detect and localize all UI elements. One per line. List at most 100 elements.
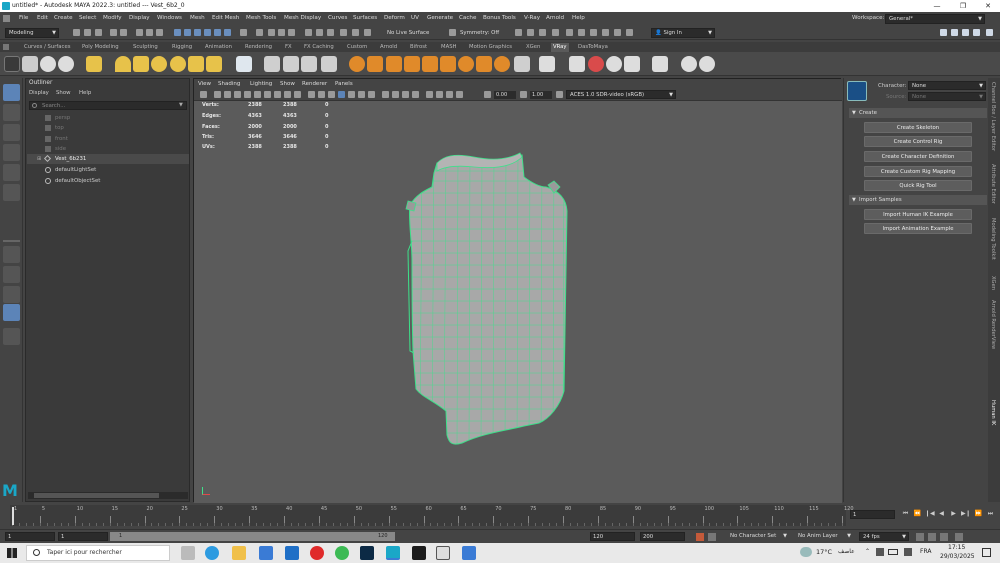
resolution-gate-icon[interactable] xyxy=(254,91,261,98)
viewport-menu-lighting[interactable]: Lighting xyxy=(250,81,272,87)
snap-grid-icon[interactable] xyxy=(174,29,181,36)
play-backwards-icon[interactable]: ◀ xyxy=(937,509,946,518)
vray-layer-icon[interactable] xyxy=(569,56,585,72)
chrome-icon[interactable] xyxy=(335,546,349,560)
edge-icon[interactable] xyxy=(205,546,219,560)
lights-icon[interactable] xyxy=(358,91,365,98)
audio-icon[interactable] xyxy=(940,533,948,541)
persp-outliner-icon[interactable] xyxy=(3,286,20,303)
outliner-scroll-thumb[interactable] xyxy=(34,493,159,498)
current-frame-field[interactable]: 1 xyxy=(850,510,895,519)
weather-icon[interactable] xyxy=(800,547,812,557)
character-dropdown[interactable]: None ▼ xyxy=(908,81,986,90)
nvidia-icon[interactable] xyxy=(412,546,426,560)
history-icon[interactable] xyxy=(256,29,263,36)
color-management-icon[interactable] xyxy=(556,91,563,98)
select-object-icon[interactable] xyxy=(146,29,153,36)
step-forward-key-icon[interactable]: ⏩ xyxy=(974,509,983,518)
live-surface-label[interactable]: No Live Surface xyxy=(387,30,429,36)
wireframe-on-shaded-icon[interactable] xyxy=(338,91,345,98)
menu-edit[interactable]: Edit xyxy=(37,15,48,21)
key-icon[interactable] xyxy=(708,533,716,541)
notification-icon[interactable] xyxy=(982,548,991,557)
import-human-ik-example-button[interactable]: Import Human IK Example xyxy=(864,209,972,220)
outliner-item-persp[interactable]: persp xyxy=(27,113,189,123)
render-seq-icon[interactable] xyxy=(578,29,585,36)
outliner-item-top[interactable]: top xyxy=(27,123,189,133)
vray-ball-icon[interactable] xyxy=(458,56,474,72)
vray-dome-icon[interactable] xyxy=(86,56,102,72)
vray-clipper-icon[interactable] xyxy=(476,56,492,72)
viewport-menu-view[interactable]: View xyxy=(198,81,211,87)
image-app-icon[interactable] xyxy=(462,546,476,560)
vray-spot-light-icon[interactable] xyxy=(133,56,149,72)
ipr-icon[interactable] xyxy=(278,29,285,36)
symmetry-label[interactable]: Symmetry: Off xyxy=(460,30,499,36)
import-animation-example-button[interactable]: Import Animation Example xyxy=(864,223,972,234)
paint-select-icon[interactable] xyxy=(364,29,371,36)
time-ruler[interactable]: 1 5 10 15 20 25 30 35 40 45 50 55 60 65 70 75 80 85 90 95 10… xyxy=(10,505,854,526)
close-button[interactable]: ✕ xyxy=(977,0,999,12)
menu-edit-mesh[interactable]: Edit Mesh xyxy=(212,15,239,21)
side-tab-channel-box[interactable]: Channel Box / Layer Editor xyxy=(990,82,996,151)
hypershade-icon[interactable] xyxy=(552,29,559,36)
view-transform-dropdown[interactable]: ACES 1.0 SDR-video (sRGB) ▼ xyxy=(566,90,676,99)
go-to-end-icon[interactable]: ⏭ xyxy=(986,509,995,518)
shelf-tab-custom[interactable]: Custom xyxy=(345,43,369,52)
shelf-tab-bifrost[interactable]: Bifrost xyxy=(408,43,429,52)
menu-display[interactable]: Display xyxy=(129,15,150,21)
menu-deform[interactable]: Deform xyxy=(384,15,405,21)
render-current-icon[interactable] xyxy=(268,29,275,36)
photoshop-icon[interactable] xyxy=(360,546,374,560)
single-perspective-icon[interactable] xyxy=(3,246,20,263)
shelf-tab-animation[interactable]: Animation xyxy=(203,43,234,52)
character-set-icon[interactable] xyxy=(696,533,704,541)
shelf-tab-fx[interactable]: FX xyxy=(283,43,294,52)
step-forward-frame-icon[interactable]: ▶❙ xyxy=(961,509,971,518)
layout-outliner-icon[interactable] xyxy=(973,29,980,36)
taskbar-search-input[interactable]: Taper ici pour rechercher xyxy=(26,545,170,561)
magnifier-icon[interactable] xyxy=(3,328,20,345)
ambient-occlusion-icon[interactable] xyxy=(382,91,389,98)
vray-material-icon[interactable] xyxy=(40,56,56,72)
gate-mask-icon[interactable] xyxy=(264,91,271,98)
menu-mesh-tools[interactable]: Mesh Tools xyxy=(246,15,276,21)
task-view-icon[interactable] xyxy=(181,546,195,560)
new-scene-icon[interactable] xyxy=(73,29,80,36)
perspective-viewport[interactable]: Verts: 2388 2388 0 Edges: 4363 4363 0 Fa… xyxy=(194,101,842,503)
outliner-item-default-object-set[interactable]: defaultObjectSet xyxy=(27,176,189,186)
move-tool-icon[interactable] xyxy=(3,144,20,161)
menu-mesh-display[interactable]: Mesh Display xyxy=(284,15,321,21)
tray-up-icon[interactable]: ⌃ xyxy=(865,548,870,555)
sculpt-a-icon[interactable] xyxy=(515,29,522,36)
lasso-tool-icon[interactable] xyxy=(3,104,20,121)
magnet-icon[interactable] xyxy=(305,29,312,36)
outliner-menu-help[interactable]: Help xyxy=(79,90,91,96)
vray-rect-light-icon[interactable] xyxy=(115,56,131,72)
exposure-value[interactable]: 0.00 xyxy=(494,91,516,99)
shelf-tab-dastomaya[interactable]: DasToMaya xyxy=(576,43,610,52)
outliner-layout-icon[interactable] xyxy=(3,304,20,321)
select-tool-icon[interactable] xyxy=(3,84,20,101)
menu-vray[interactable]: V-Ray xyxy=(524,15,540,21)
menu-help[interactable]: Help xyxy=(572,15,585,21)
file-explorer-icon[interactable] xyxy=(232,546,246,560)
paint-select-tool-icon[interactable] xyxy=(3,124,20,141)
loop-icon[interactable] xyxy=(916,533,924,541)
snap-vertex-icon[interactable] xyxy=(224,29,231,36)
vray-subdiv-icon[interactable] xyxy=(440,56,456,72)
shelf-tab-vray[interactable]: VRay xyxy=(551,43,569,52)
side-tab-human-ik[interactable]: Human IK xyxy=(990,400,996,425)
menu-modify[interactable]: Modify xyxy=(103,15,122,21)
fps-dropdown[interactable]: 24 fps ▼ xyxy=(859,532,909,541)
layout-four-icon[interactable] xyxy=(951,29,958,36)
outliner-menu-show[interactable]: Show xyxy=(56,90,71,96)
menu-surfaces[interactable]: Surfaces xyxy=(353,15,377,21)
vray-object-props-icon[interactable] xyxy=(514,56,530,72)
image-plane-icon[interactable] xyxy=(224,91,231,98)
shelf-options-icon[interactable] xyxy=(3,44,9,50)
menu-cache[interactable]: Cache xyxy=(459,15,476,21)
cube-app-icon[interactable] xyxy=(436,546,450,560)
render-view-icon[interactable] xyxy=(566,29,573,36)
menu-mesh[interactable]: Mesh xyxy=(190,15,205,21)
